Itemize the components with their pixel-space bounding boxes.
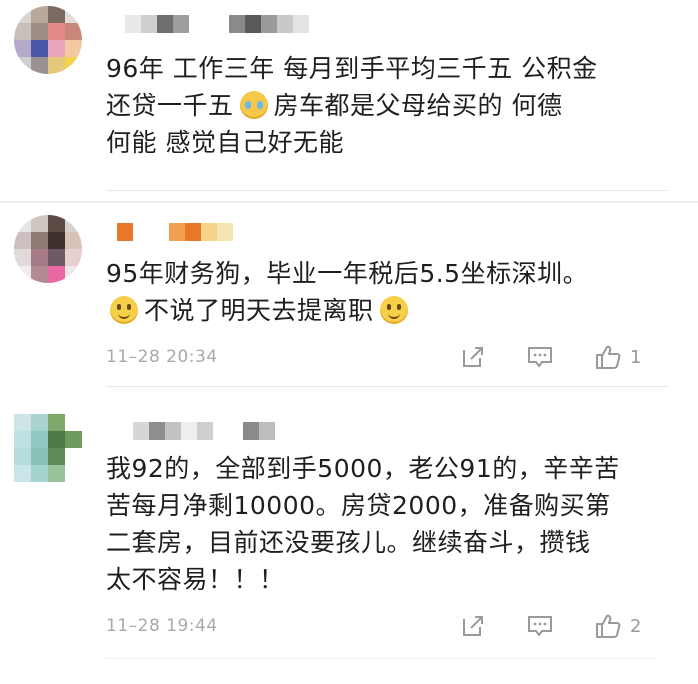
comment-line-part: 不说了明天去提离职 (144, 296, 374, 325)
share-button[interactable] (460, 611, 486, 641)
like-button[interactable]: 2 (594, 611, 641, 641)
comment-button[interactable] (526, 611, 554, 641)
comment-1: 96年 工作三年 每月到手平均三千五 公积金 还贷一千五 房车都是父母给买的 何德… (0, 0, 698, 195)
smile-face-icon (110, 296, 138, 324)
comment-line: 95年财务狗，毕业一年税后5.5坐标深圳。 (106, 259, 589, 288)
username-pixelated[interactable] (117, 223, 233, 241)
comment-button[interactable] (526, 342, 554, 372)
avatar[interactable] (14, 414, 86, 482)
username-pixelated[interactable] (125, 15, 309, 33)
comment-line-part: 还贷一千五 (106, 91, 234, 120)
comment-2: 95年财务狗，毕业一年税后5.5坐标深圳。 不说了明天去提离职 11–28 20… (0, 203, 698, 388)
comment-line: 96年 工作三年 每月到手平均三千五 公积金 (106, 54, 598, 83)
comment-actions: 2 (460, 611, 660, 643)
comment-icon (528, 347, 552, 368)
share-icon (463, 347, 483, 367)
divider (106, 386, 668, 387)
comment-line: 太不容易！！！ (106, 565, 285, 594)
comment-text: 95年财务狗，毕业一年税后5.5坐标深圳。 不说了明天去提离职 (106, 255, 666, 329)
thumbs-up-icon (596, 614, 621, 638)
comment-line: 不说了明天去提离职 (106, 292, 666, 329)
avatar[interactable] (14, 215, 82, 283)
comment-text: 96年 工作三年 每月到手平均三千五 公积金 还贷一千五 房车都是父母给买的 何德… (106, 50, 666, 161)
comment-line: 二套房，目前还没要孩儿。继续奋斗，攒钱 (106, 528, 591, 557)
comment-line: 苦每月净剩10000。房贷2000，准备购买第 (106, 491, 611, 520)
thumbs-up-icon (596, 345, 621, 369)
comment-line-part: 房车都是父母给买的 何德 (273, 91, 563, 120)
comment-line: 何能 感觉自己好无能 (106, 128, 344, 157)
username-pixelated[interactable] (133, 422, 275, 440)
like-count: 1 (630, 346, 642, 368)
comment-icon (528, 616, 552, 637)
comment-line: 还贷一千五 房车都是父母给买的 何德 (106, 87, 666, 124)
like-count: 2 (630, 615, 642, 637)
cry-face-icon (239, 91, 268, 119)
like-button[interactable]: 1 (594, 342, 641, 372)
share-icon (463, 616, 483, 636)
comment-time: 11–28 19:44 (106, 616, 218, 636)
comment-time: 11–28 20:34 (106, 347, 218, 367)
divider (106, 190, 668, 191)
avatar[interactable] (14, 6, 82, 74)
comment-text: 我92的，全部到手5000，老公91的，辛辛苦 苦每月净剩10000。房贷200… (106, 450, 666, 598)
comment-line: 我92的，全部到手5000，老公91的，辛辛苦 (106, 454, 620, 483)
comment-3: 我92的，全部到手5000，老公91的，辛辛苦 苦每月净剩10000。房贷200… (0, 390, 698, 684)
share-button[interactable] (460, 342, 486, 372)
smile-face-icon (379, 296, 408, 324)
comment-actions: 1 (460, 342, 660, 374)
divider (106, 658, 658, 659)
